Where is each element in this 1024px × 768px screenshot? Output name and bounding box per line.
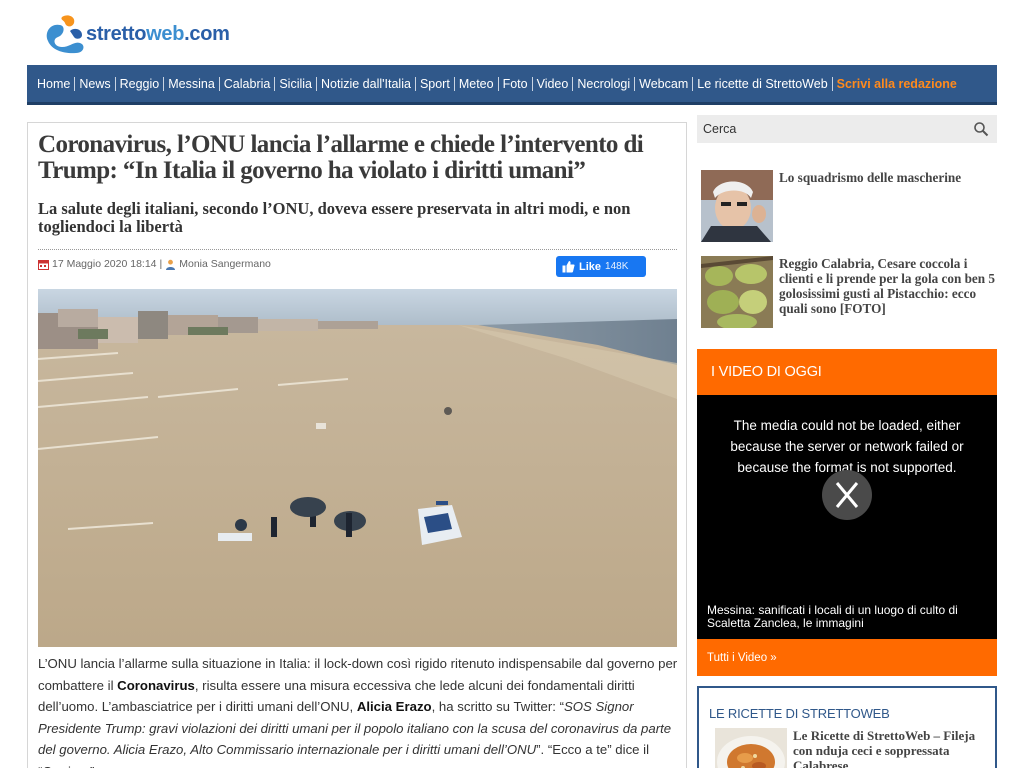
recipes-widget: LE RICETTE DI STRETTOWEB Le Ricette di S…: [697, 686, 997, 768]
nav-item-foto[interactable]: Foto: [499, 76, 533, 91]
divider: [38, 249, 677, 250]
keyword-alicia-erazo: Alicia Erazo: [356, 699, 432, 715]
recipe-item[interactable]: Le Ricette di StrettoWeb – Fileja con nd…: [715, 728, 991, 768]
nav-item-meteo[interactable]: Meteo: [455, 76, 499, 91]
article-body: L’ONU lancia l’allarme sulla situazione …: [38, 656, 678, 768]
logo-text: strettoweb.com: [86, 22, 230, 45]
news-title[interactable]: Reggio Calabria, Cesare coccola i client…: [779, 256, 997, 328]
video-widget-footer: Tutti i Video »: [697, 639, 997, 676]
nav-item-necrologi[interactable]: Necrologi: [573, 76, 636, 91]
news-title[interactable]: Lo squadrismo delle mascherine: [779, 170, 961, 242]
nav-item-messina[interactable]: Messina: [164, 76, 220, 91]
article-meta: 17 Maggio 2020 18:14 | Monia Sangermano: [38, 258, 271, 270]
search-icon[interactable]: [973, 121, 989, 137]
all-videos-link[interactable]: Tutti i Video »: [707, 652, 777, 664]
video-error-button[interactable]: [822, 470, 872, 520]
video-widget-header: I VIDEO DI OGGI: [697, 349, 997, 395]
article-author[interactable]: Monia Sangermano: [179, 258, 271, 270]
video-error-message: The media could not be loaded, either be…: [730, 418, 964, 475]
like-count: 148K: [605, 261, 629, 272]
nav-item-sicilia[interactable]: Sicilia: [275, 76, 317, 91]
recipe-title[interactable]: Le Ricette di StrettoWeb – Fileja con nd…: [793, 728, 991, 768]
nav-item-webcam[interactable]: Webcam: [635, 76, 694, 91]
meta-separator: |: [159, 258, 163, 270]
site-logo[interactable]: strettoweb.com: [40, 10, 250, 58]
nav-item-italia[interactable]: Notizie dall'Italia: [317, 76, 416, 91]
keyword-coronavirus: Coronavirus: [117, 677, 195, 693]
user-icon: [166, 259, 176, 270]
calendar-icon: [38, 259, 49, 270]
news-thumbnail[interactable]: [701, 256, 773, 328]
nav-item-scrivi[interactable]: Scrivi alla redazione: [833, 77, 961, 91]
search-box: [697, 115, 997, 143]
video-widget: I VIDEO DI OGGI The media could not be l…: [697, 349, 997, 676]
recipe-thumbnail[interactable]: [715, 728, 787, 768]
article-headline: Coronavirus, l’ONU lancia l’allarme e ch…: [38, 131, 644, 184]
nav-item-video[interactable]: Video: [533, 76, 574, 91]
facebook-like-button[interactable]: Like 148K: [556, 256, 646, 277]
nav-item-news[interactable]: News: [75, 76, 116, 91]
news-thumbnail[interactable]: [701, 170, 773, 242]
article: Coronavirus, l’ONU lancia l’allarme e ch…: [27, 122, 687, 768]
close-icon: [835, 482, 859, 508]
video-caption[interactable]: Messina: sanificati i locali di un luogo…: [707, 604, 989, 629]
sidebar-news-item[interactable]: Lo squadrismo delle mascherine: [701, 170, 997, 242]
sidebar-news-item[interactable]: Reggio Calabria, Cesare coccola i client…: [701, 256, 997, 328]
search-input[interactable]: [703, 122, 943, 136]
main-nav: Home News Reggio Messina Calabria Sicili…: [27, 65, 997, 105]
nav-item-calabria[interactable]: Calabria: [220, 76, 276, 91]
article-date: 17 Maggio 2020 18:14: [52, 258, 157, 270]
article-photo: [38, 289, 677, 647]
recipes-header[interactable]: LE RICETTE DI STRETTOWEB: [709, 706, 890, 721]
nav-item-home[interactable]: Home: [33, 76, 76, 91]
nav-item-sport[interactable]: Sport: [416, 76, 455, 91]
nav-item-ricette[interactable]: Le ricette di StrettoWeb: [693, 76, 833, 91]
like-label: Like: [579, 260, 602, 273]
article-subtitle: La salute degli italiani, secondo l’ONU,…: [38, 199, 631, 236]
thumbs-up-icon: [562, 261, 575, 273]
logo-icon: [46, 15, 84, 54]
nav-item-reggio[interactable]: Reggio: [116, 76, 165, 91]
